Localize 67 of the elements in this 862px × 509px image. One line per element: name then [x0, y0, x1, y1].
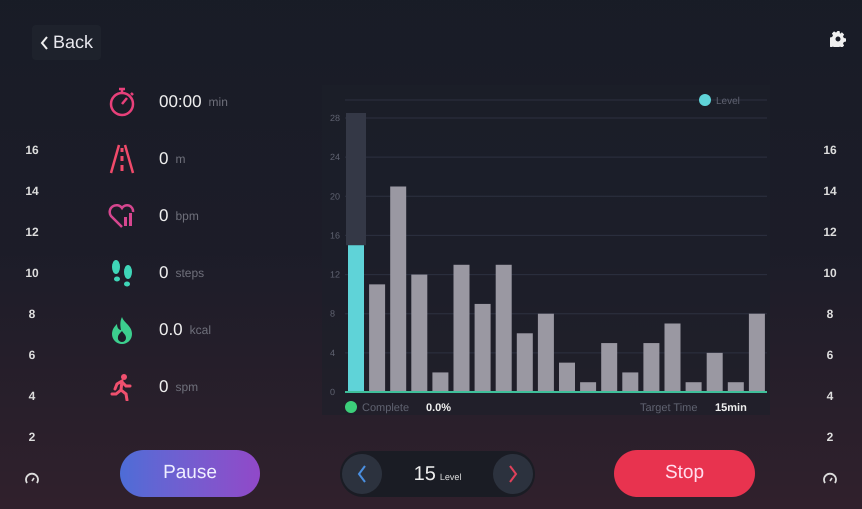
stat-unit: steps [175, 265, 204, 282]
bar [664, 324, 680, 392]
scale-label: 4 [28, 388, 36, 405]
target-time-value: 15min [715, 402, 747, 414]
legend-label: Level [716, 96, 740, 107]
scale-label: 8 [826, 306, 834, 323]
chevron-left-icon [40, 34, 49, 50]
scale-label: 2 [826, 429, 834, 446]
scale-label: 4 [826, 388, 834, 405]
stop-button[interactable]: Stop [614, 450, 755, 497]
axis-label: 12 [330, 270, 340, 280]
complete-dot [345, 401, 357, 413]
stat-value: 0 [159, 376, 168, 398]
stat-value: 0 [159, 205, 168, 228]
scale-label: 10 [25, 265, 39, 282]
stat-unit: min [208, 94, 228, 111]
legend-dot [699, 94, 711, 106]
stat-value: 0 [159, 262, 168, 284]
scale-label: 6 [28, 347, 36, 364]
level-unit: Level [440, 470, 462, 484]
scale-label: 2 [28, 429, 36, 446]
level-value: 15 [414, 462, 436, 486]
bar [686, 382, 702, 392]
scale-label: 14 [25, 183, 39, 200]
scale-label: 16 [823, 142, 837, 159]
complete-label: Complete [362, 402, 410, 414]
axis-label: 8 [330, 308, 336, 319]
pause-button[interactable]: Pause [120, 450, 260, 497]
scale-label: 12 [823, 224, 837, 241]
increase-button[interactable] [492, 454, 533, 494]
axis-label: 24 [330, 152, 340, 162]
scale-label: 16 [25, 142, 39, 159]
gauge-icon [823, 472, 837, 484]
axis-label: 4 [330, 348, 336, 358]
chevron-right-icon [508, 464, 518, 484]
axis-label: 16 [330, 230, 340, 240]
axis-label: 28 [330, 113, 340, 123]
stat-unit: kcal [190, 322, 211, 339]
scale-label: 6 [826, 347, 834, 364]
bar [432, 372, 448, 392]
bar [601, 343, 618, 392]
stat-unit: m [175, 151, 186, 168]
chevron-left-icon [357, 464, 367, 484]
decrease-button[interactable] [342, 454, 382, 494]
bar [580, 382, 596, 392]
scale-label: 10 [823, 265, 837, 282]
back-button[interactable]: Back [32, 25, 102, 60]
scale-label: 14 [823, 183, 837, 200]
stat-value: 0 [159, 148, 168, 170]
scale-label: 8 [28, 306, 36, 323]
bar [728, 382, 744, 392]
stat-value: 0.0 [159, 319, 183, 342]
axis-label: 0 [330, 387, 336, 397]
bar [643, 343, 660, 392]
target-time-label: Target Time [640, 402, 698, 414]
complete-value: 0.0% [426, 402, 452, 414]
bar [622, 372, 638, 392]
bar [516, 333, 533, 392]
settings-icon[interactable] [830, 31, 846, 47]
stat-unit: bpm [175, 208, 199, 225]
stat-unit: spm [175, 379, 198, 396]
bar [706, 352, 723, 392]
bar [559, 362, 575, 392]
stat-value: 00:00 [159, 91, 202, 114]
scale-label: 12 [25, 224, 39, 241]
axis-label: 20 [330, 191, 340, 202]
gauge-icon [25, 472, 39, 484]
